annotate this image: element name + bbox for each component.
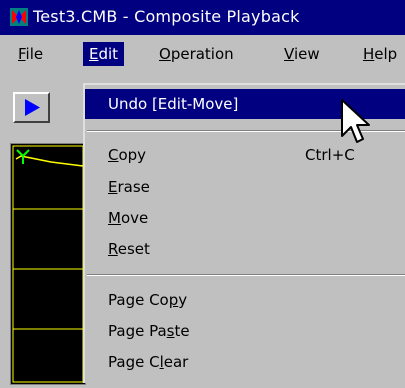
menu-operation[interactable]: Operation (153, 42, 240, 66)
menu-item-page-copy[interactable]: Page Copy (85, 285, 405, 315)
app-icon (10, 8, 28, 26)
menu-operation-label: peration (170, 45, 234, 63)
menu-file-label: ile (25, 45, 44, 63)
menu-edit-label: dit (98, 45, 119, 63)
page-paste-rest: te (174, 322, 190, 340)
move-label: ove (120, 209, 149, 227)
menu-view[interactable]: View (278, 42, 326, 66)
window-title: Test3.CMB - Composite Playback (33, 7, 300, 26)
waveform-track (10, 143, 86, 385)
menu-file-mnemonic: F (18, 45, 26, 63)
menu-help-label: elp (374, 45, 398, 63)
waveform-plot (12, 145, 84, 383)
menu-help[interactable]: Help (357, 42, 403, 66)
menu-item-erase[interactable]: Erase (85, 172, 405, 202)
page-copy-prefix: Page Co (108, 291, 169, 309)
copy-label: opy (118, 146, 147, 164)
play-button[interactable] (13, 92, 50, 123)
move-mnemonic: M (108, 209, 121, 227)
menu-bar: File Edit Operation View Help (0, 35, 405, 73)
page-copy-rest: y (178, 291, 188, 309)
play-icon (25, 99, 40, 116)
menu-item-page-clear[interactable]: Page Clear (85, 347, 405, 377)
reset-label: eset (117, 240, 150, 258)
menu-operation-mnemonic: O (159, 45, 171, 63)
menu-view-mnemonic: V (284, 45, 294, 63)
page-copy-mnemonic: p (168, 291, 179, 309)
menu-item-reset[interactable]: Reset (85, 234, 405, 264)
menu-edit[interactable]: Edit (83, 42, 125, 66)
menu-item-page-paste[interactable]: Page Paste (85, 316, 405, 346)
reset-mnemonic: R (108, 240, 118, 258)
page-clear-rest: ear (163, 353, 189, 371)
title-bar: Test3.CMB - Composite Playback (0, 0, 405, 35)
menu-help-mnemonic: H (363, 45, 375, 63)
page-clear-prefix: Page C (108, 353, 160, 371)
page-paste-prefix: Page Pa (108, 322, 167, 340)
menu-separator (87, 274, 405, 276)
erase-label: rase (117, 178, 150, 196)
menu-file[interactable]: File (12, 42, 49, 66)
menu-view-label: iew (293, 45, 320, 63)
copy-mnemonic: C (108, 146, 119, 164)
mouse-pointer-icon (341, 99, 370, 143)
menu-item-move[interactable]: Move (85, 203, 405, 233)
undo-label: Undo [Edit-Move] (108, 95, 239, 113)
